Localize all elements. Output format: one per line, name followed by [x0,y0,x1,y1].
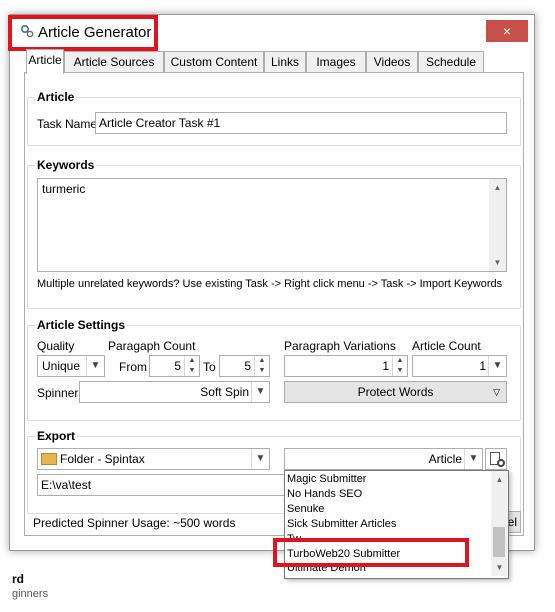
from-stepper[interactable]: 5 ▲ ▼ [149,355,200,377]
chevron-down-icon: ▼ [251,382,269,402]
background-text-1: rd [12,572,24,586]
keywords-hint: Multiple unrelated keywords? Use existin… [37,278,503,290]
scroll-up-icon[interactable]: ▲ [489,179,506,196]
paragraph-variations-value: 1 [382,359,389,373]
export-path-input[interactable]: E:\va\test [37,474,294,496]
scroll-down-icon[interactable]: ▼ [491,559,508,576]
paragraph-count-label: Paragaph Count [108,339,196,353]
close-icon: × [502,23,512,39]
chevron-down-icon: ▼ [488,356,506,376]
paragraph-variations-stepper[interactable]: 1 ▲ ▼ [284,355,408,377]
tab-custom-content[interactable]: Custom Content [164,51,264,73]
protect-words-button[interactable]: Protect Words ▽ [284,381,507,403]
keywords-group-title: Keywords [35,158,97,172]
small-gear-icon [497,459,505,467]
article-count-value: 1 [479,359,486,373]
from-label: From [119,360,147,374]
spin-up-icon[interactable]: ▲ [393,356,407,366]
tab-article[interactable]: Article [26,49,64,74]
spinner-select[interactable]: Soft Spin ▼ [79,381,270,403]
close-button[interactable]: × [486,20,528,42]
from-value: 5 [174,359,181,373]
keywords-text: turmeric [42,182,86,196]
export-folder-select[interactable]: Folder - Spintax ▼ [37,448,270,470]
tab-videos[interactable]: Videos [366,51,418,73]
export-folder-value: Folder - Spintax [60,452,145,466]
tab-schedule[interactable]: Schedule [418,51,484,73]
scroll-up-icon[interactable]: ▲ [491,471,508,488]
folder-icon [41,453,57,465]
task-name-input[interactable]: Article Creator Task #1 [95,112,507,134]
spinner-label: Spinner [37,386,79,400]
article-count-select[interactable]: 1 ▼ [412,355,507,377]
option-magic-submitter[interactable]: Magic Submitter [287,473,366,485]
spinner-value: Soft Spin [200,385,249,399]
article-group-title: Article [35,90,77,104]
export-type-value: Article [428,452,462,466]
article-settings-group-title: Article Settings [35,318,128,332]
scroll-thumb[interactable] [493,527,505,557]
quality-select[interactable]: Unique ▼ [37,355,105,377]
option-senuke[interactable]: Senuke [287,503,324,515]
export-settings-button[interactable] [485,448,507,470]
spin-down-icon[interactable]: ▼ [255,366,269,376]
task-name-label: Task Name [37,117,98,131]
to-label: To [203,360,216,374]
scroll-down-icon[interactable]: ▼ [489,254,506,271]
chevron-down-icon: ▼ [464,449,482,469]
tab-links[interactable]: Links [264,51,306,73]
option-no-hands-seo[interactable]: No Hands SEO [287,488,362,500]
quality-value: Unique [42,359,81,373]
protect-words-label: Protect Words [357,385,434,399]
export-group-title: Export [35,429,78,443]
to-value: 5 [244,359,251,373]
spin-down-icon[interactable]: ▼ [393,366,407,376]
export-type-select[interactable]: Article ▼ [284,448,483,470]
tab-images[interactable]: Images [306,51,366,73]
option-sick-submitter-articles[interactable]: Sick Submitter Articles [287,518,396,530]
article-count-label: Article Count [412,339,481,353]
option-highlight-box [273,538,469,567]
dropdown-arrow-icon: ▽ [493,387,500,397]
spin-up-icon[interactable]: ▲ [255,356,269,366]
keywords-textarea[interactable]: turmeric ▲ ▼ [37,178,507,272]
quality-label: Quality [37,339,75,353]
cancel-button-label: el [507,515,517,529]
to-stepper[interactable]: 5 ▲ ▼ [219,355,270,377]
title-highlight-box [8,15,158,51]
spin-down-icon[interactable]: ▼ [185,366,199,376]
chevron-down-icon: ▼ [86,356,104,376]
chevron-down-icon: ▼ [251,449,269,469]
spin-up-icon[interactable]: ▲ [185,356,199,366]
background-text-2: ginners [12,588,49,600]
dropdown-scrollbar[interactable]: ▲ ▼ [491,471,508,576]
article-tab-panel: Article Task Name Article Creator Task #… [24,72,524,536]
tab-article-sources[interactable]: Article Sources [64,51,164,73]
paragraph-variations-label: Paragraph Variations [284,339,396,353]
predicted-spinner-usage: Predicted Spinner Usage: ~500 words [33,516,236,530]
keywords-scrollbar[interactable]: ▲ ▼ [489,179,506,271]
